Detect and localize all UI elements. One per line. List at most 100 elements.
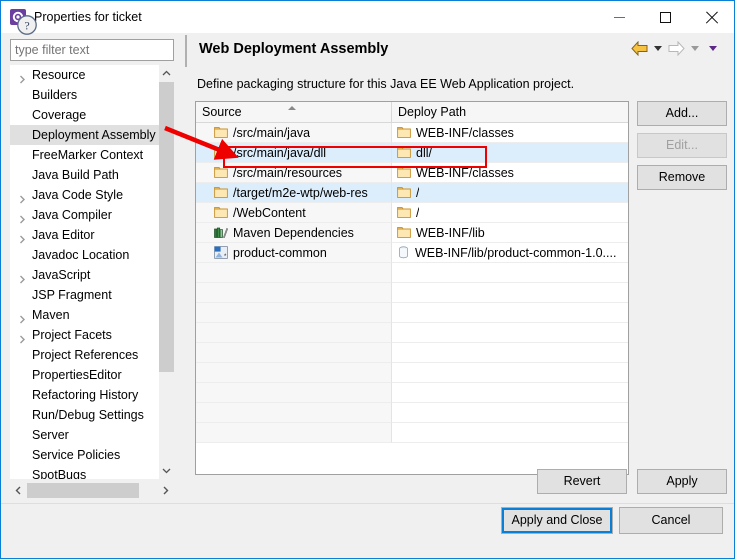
- tree-item-label: Project References: [32, 348, 139, 362]
- navigation-arrows: [631, 41, 721, 56]
- tree-item-label: SpotBugs: [32, 468, 87, 479]
- tree-item-run-debug-settings[interactable]: Run/Debug Settings: [10, 405, 160, 425]
- chevron-right-icon[interactable]: [18, 330, 27, 344]
- tree-item-project-facets[interactable]: Project Facets: [10, 325, 160, 345]
- apply-and-close-button[interactable]: Apply and Close: [501, 507, 613, 534]
- back-arrow-icon[interactable]: [631, 41, 648, 56]
- cell-source: [196, 323, 392, 343]
- table-row-empty[interactable]: [196, 303, 628, 323]
- revert-button[interactable]: Revert: [537, 469, 627, 494]
- tree-item-jsp-fragment[interactable]: JSP Fragment: [10, 285, 160, 305]
- deploy-path-label: dll/: [416, 145, 432, 160]
- scroll-up-icon[interactable]: [159, 65, 174, 82]
- tree-item-spotbugs[interactable]: SpotBugs: [10, 465, 160, 479]
- tree-item-builders[interactable]: Builders: [10, 85, 160, 105]
- scroll-down-icon[interactable]: [159, 462, 174, 479]
- tree-item-java-editor[interactable]: Java Editor: [10, 225, 160, 245]
- tree-item-javascript[interactable]: JavaScript: [10, 265, 160, 285]
- cell-deploy-path: [392, 383, 628, 403]
- table-row-empty[interactable]: [196, 283, 628, 303]
- table-row-empty[interactable]: [196, 363, 628, 383]
- cell-source: [196, 303, 392, 323]
- tree-item-coverage[interactable]: Coverage: [10, 105, 160, 125]
- tree-item-label: Java Compiler: [32, 208, 112, 222]
- tree-item-label: JavaScript: [32, 268, 91, 282]
- cancel-button[interactable]: Cancel: [619, 507, 723, 534]
- folder-icon: [397, 166, 411, 179]
- maximize-button[interactable]: [642, 1, 688, 33]
- tree-item-java-build-path[interactable]: Java Build Path: [10, 165, 160, 185]
- tree-item-freemarker-context[interactable]: FreeMarker Context: [10, 145, 160, 165]
- sort-asc-icon: [288, 106, 296, 110]
- tree-item-label: FreeMarker Context: [32, 148, 144, 162]
- cell-source: [196, 263, 392, 283]
- forward-history-chevron-down-icon: [691, 46, 699, 51]
- table-row-empty[interactable]: [196, 343, 628, 363]
- table-row-empty[interactable]: [196, 403, 628, 423]
- view-menu-chevron-down-icon[interactable]: [709, 46, 717, 51]
- add-button[interactable]: Add...: [637, 101, 727, 126]
- chevron-right-icon[interactable]: [18, 270, 27, 284]
- source-label: /target/m2e-wtp/web-res: [233, 185, 368, 200]
- chevron-right-icon[interactable]: [18, 210, 27, 224]
- remove-button[interactable]: Remove: [637, 165, 727, 190]
- folder-icon: [214, 186, 228, 199]
- chevron-right-icon[interactable]: [18, 310, 27, 324]
- folder-icon: [397, 126, 411, 139]
- minimize-button[interactable]: [596, 1, 642, 33]
- assembly-table[interactable]: Source Deploy Path /src/main/java WEB-INF…: [195, 101, 629, 475]
- tree-hscroll-track[interactable]: [139, 483, 157, 498]
- tree-item-project-references[interactable]: Project References: [10, 345, 160, 365]
- deploy-path-label: /: [416, 205, 420, 220]
- deploy-path-label: /: [416, 185, 420, 200]
- table-row[interactable]: /src/main/java/dll dll/: [196, 143, 628, 163]
- tree-item-resource[interactable]: Resource: [10, 65, 160, 85]
- table-row-empty[interactable]: [196, 263, 628, 283]
- back-history-chevron-down-icon[interactable]: [654, 46, 662, 51]
- table-row-empty[interactable]: [196, 423, 628, 443]
- table-row[interactable]: /target/m2e-wtp/web-res /: [196, 183, 628, 203]
- tree-hscroll-thumb[interactable]: [27, 483, 139, 498]
- folder-icon: [214, 126, 228, 139]
- table-row[interactable]: /src/main/java WEB-INF/classes: [196, 123, 628, 143]
- tree-scroll-thumb[interactable]: [159, 82, 174, 372]
- page-description: Define packaging structure for this Java…: [197, 77, 575, 91]
- chevron-right-icon[interactable]: [18, 70, 27, 84]
- close-button[interactable]: [688, 1, 734, 33]
- cell-deploy-path: [392, 303, 628, 323]
- tree-item-refactoring-history[interactable]: Refactoring History: [10, 385, 160, 405]
- chevron-right-icon[interactable]: [18, 230, 27, 244]
- tree-horizontal-scrollbar[interactable]: [10, 482, 174, 499]
- preferences-tree[interactable]: Resource Builders Coverage Deployment Assem…: [10, 65, 174, 479]
- table-row[interactable]: * product-common WEB-INF/lib/product-commo…: [196, 243, 628, 263]
- tree-item-propertieseditor[interactable]: PropertiesEditor: [10, 365, 160, 385]
- filter-input[interactable]: [10, 39, 174, 61]
- tree-vertical-scrollbar[interactable]: [159, 65, 174, 479]
- tree-item-service-policies[interactable]: Service Policies: [10, 445, 160, 465]
- table-row[interactable]: Maven Dependencies WEB-INF/lib: [196, 223, 628, 243]
- tree-item-label: Refactoring History: [32, 388, 139, 402]
- column-header-deploy-path[interactable]: Deploy Path: [392, 102, 628, 122]
- tree-item-javadoc-location[interactable]: Javadoc Location: [10, 245, 160, 265]
- edit-button: Edit...: [637, 133, 727, 158]
- tree-item-java-code-style[interactable]: Java Code Style: [10, 185, 160, 205]
- chevron-right-icon[interactable]: [18, 190, 27, 204]
- table-row[interactable]: /WebContent /: [196, 203, 628, 223]
- column-header-source[interactable]: Source: [196, 102, 392, 122]
- tree-item-java-compiler[interactable]: Java Compiler: [10, 205, 160, 225]
- scroll-left-icon[interactable]: [10, 482, 27, 499]
- tree-item-maven[interactable]: Maven: [10, 305, 160, 325]
- cell-source: [196, 383, 392, 403]
- apply-button[interactable]: Apply: [637, 469, 727, 494]
- tree-item-deployment-assembly[interactable]: Deployment Assembly: [10, 125, 160, 145]
- table-row[interactable]: /src/main/resources WEB-INF/classes: [196, 163, 628, 183]
- tree-item-label: Run/Debug Settings: [32, 408, 144, 422]
- help-question-icon[interactable]: ?: [16, 14, 38, 36]
- svg-text:?: ?: [24, 19, 29, 33]
- table-body: /src/main/java WEB-INF/classes/src/main/j…: [196, 123, 628, 443]
- table-row-empty[interactable]: [196, 383, 628, 403]
- tree-item-server[interactable]: Server: [10, 425, 160, 445]
- cell-deploy-path: WEB-INF/lib/product-common-1.0....: [392, 243, 628, 263]
- table-row-empty[interactable]: [196, 323, 628, 343]
- scroll-right-icon[interactable]: [157, 482, 174, 499]
